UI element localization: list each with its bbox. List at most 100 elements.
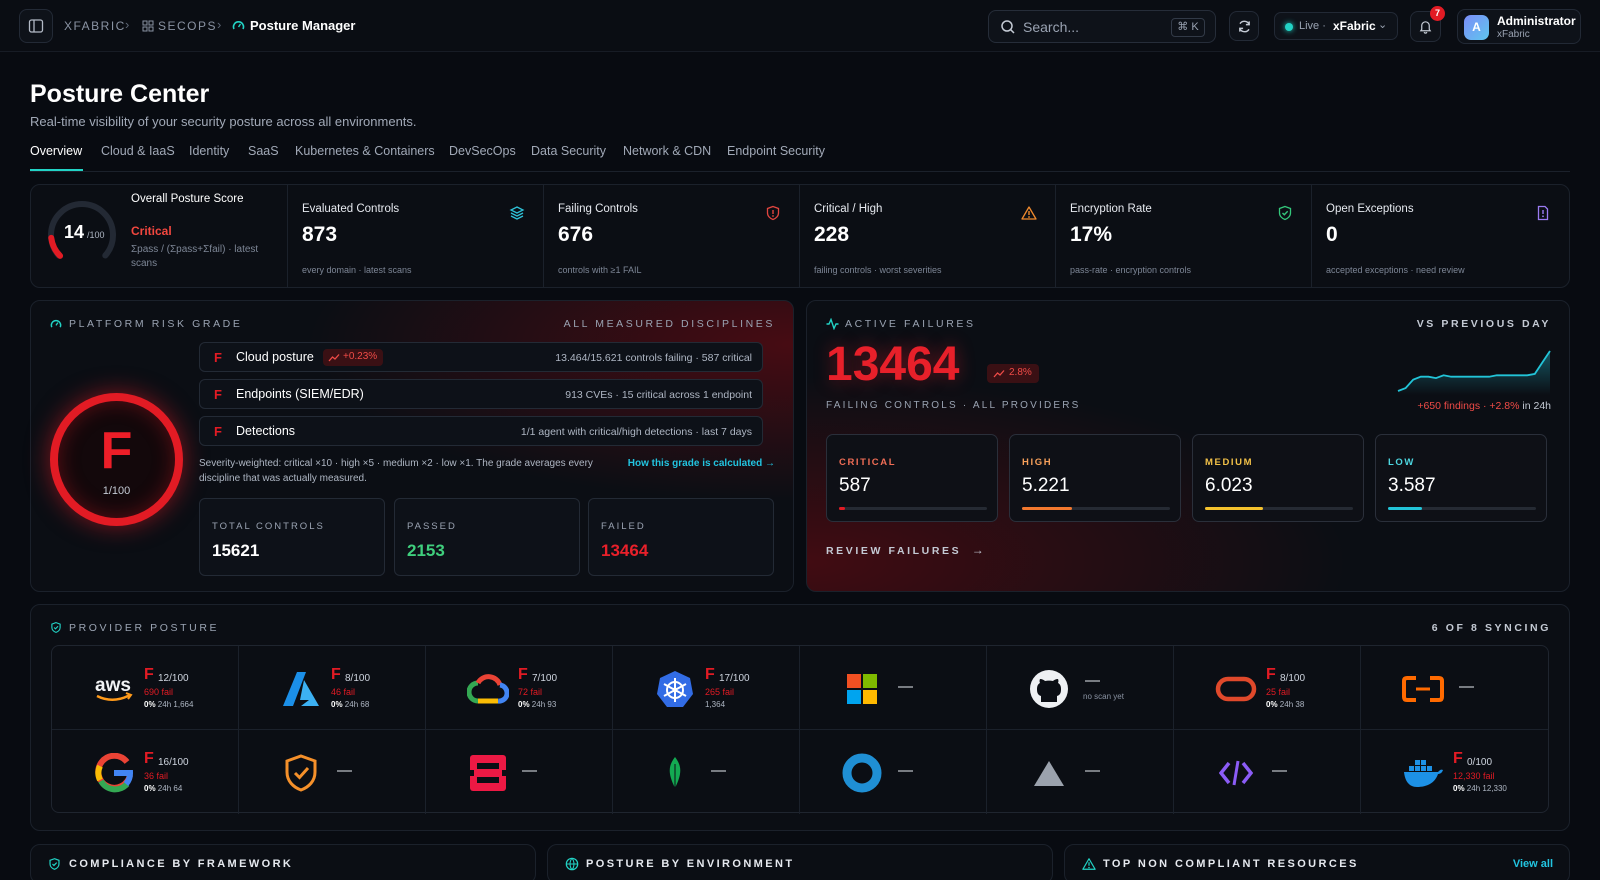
risk-grade-letter: F — [100, 422, 133, 480]
search-input[interactable]: Search... ⌘ K — [988, 10, 1216, 43]
breadcrumb-section[interactable]: SECOPS — [158, 19, 217, 33]
risk-grade-score: 1/100 — [102, 485, 131, 497]
user-menu[interactable]: A Administrator xFabric — [1457, 9, 1581, 44]
discipline-name: Endpoints (SIEM/EDR) — [236, 387, 364, 401]
page-title: Posture Center — [30, 80, 210, 108]
provider-card-ring[interactable]: — — [800, 730, 987, 814]
provider-card-triangle[interactable]: — — [987, 730, 1174, 814]
discipline-detail: 13.464/15.621 controls failing · 587 cri… — [555, 352, 752, 364]
environment-selector[interactable]: Live · xFabric ⌄ — [1274, 12, 1398, 40]
kpi-subtitle: every domain · latest scans — [302, 265, 412, 275]
discipline-name: Detections — [236, 424, 296, 438]
provider-card-microsoft[interactable]: — — [800, 646, 987, 730]
provider-score: 7/100 — [532, 673, 558, 684]
failures-trend-summary: +650 findings · +2.8% in 24h — [1417, 400, 1551, 412]
severity-bar — [1388, 507, 1536, 510]
severity-card-low[interactable]: LOW 3.587 — [1375, 434, 1547, 522]
provider-no-data: — — [337, 762, 352, 779]
tab-saas[interactable]: SaaS — [248, 144, 279, 158]
failures-delta-badge: 2.8% — [987, 364, 1039, 383]
tab-identity[interactable]: Identity — [189, 144, 229, 158]
severity-bar — [1205, 507, 1353, 510]
review-failures-button[interactable]: REVIEW FAILURES → — [826, 541, 984, 557]
provider-card-gcp[interactable]: F 7/100 72 fail 0% 24h 93 — [426, 646, 613, 730]
provider-card-code[interactable]: — — [1174, 730, 1361, 814]
failing-controls-count: 13464 — [826, 338, 960, 391]
provider-card-openstack[interactable]: — — [426, 730, 613, 814]
discipline-delta: +0.23% — [343, 351, 378, 362]
severity-value: 5.221 — [1022, 475, 1070, 496]
tab-overview[interactable]: Overview — [30, 144, 82, 158]
triangle-icon — [1027, 754, 1071, 792]
provider-card-kubernetes[interactable]: F 17/100 265 fail 1,364 — [613, 646, 800, 730]
file-alert-icon — [1537, 205, 1549, 221]
chevron-down-icon: ⌄ — [1378, 19, 1388, 31]
provider-meta: 0% 24h 12,330 — [1453, 784, 1507, 793]
provider-section-label: PROVIDER POSTURE — [69, 622, 220, 634]
kpi-strip: 14 /100 Overall Posture Score Critical Σ… — [30, 184, 1570, 288]
sidebar-icon — [28, 19, 44, 33]
ring-icon — [840, 753, 884, 793]
severity-bar — [839, 507, 987, 510]
provider-card-azure[interactable]: F 8/100 46 fail 0% 24h 68 — [239, 646, 426, 730]
refresh-button[interactable] — [1229, 11, 1259, 41]
stat-value: 2153 — [407, 541, 445, 560]
notification-count-badge: 7 — [1430, 6, 1445, 21]
tab-kubernetes[interactable]: Kubernetes & Containers — [295, 144, 435, 158]
warning-icon — [1082, 858, 1096, 870]
tab-endpoint-security[interactable]: Endpoint Security — [727, 144, 825, 158]
arrow-right-icon: → — [971, 543, 984, 557]
provider-card-shield[interactable]: — — [239, 730, 426, 814]
provider-grade: F — [518, 666, 528, 683]
layers-icon — [509, 206, 525, 220]
tab-network-cdn[interactable]: Network & CDN — [623, 144, 711, 158]
provider-card-google[interactable]: F 16/100 36 fail 0% 24h 64 — [52, 730, 239, 814]
provider-card-mongodb[interactable]: — — [613, 730, 800, 814]
mongodb-icon — [653, 754, 697, 792]
discipline-row-cloud[interactable]: F Cloud posture +0.23% 13.464/15.621 con… — [199, 342, 763, 372]
provider-score: 8/100 — [345, 673, 371, 684]
kpi-title: Evaluated Controls — [302, 203, 400, 215]
provider-card-oracle[interactable]: F 8/100 25 fail 0% 24h 38 — [1174, 646, 1361, 730]
provider-no-data: — — [1459, 678, 1474, 695]
kpi-title: Open Exceptions — [1326, 203, 1414, 215]
score-status: Critical — [131, 224, 172, 238]
provider-fail-count: 12,330 fail — [1453, 771, 1495, 781]
breadcrumb-root[interactable]: XFABRIC — [64, 19, 126, 33]
provider-card-alibaba[interactable]: — — [1361, 646, 1548, 730]
discipline-row-endpoints[interactable]: F Endpoints (SIEM/EDR) 913 CVEs · 15 cri… — [199, 379, 763, 409]
tab-devsecops[interactable]: DevSecOps — [449, 144, 516, 158]
sidebar-toggle-button[interactable] — [19, 9, 53, 43]
page-subtitle: Real-time visibility of your security po… — [30, 114, 417, 129]
kpi-title: Encryption Rate — [1070, 203, 1152, 215]
kpi-subtitle: failing controls · worst severities — [814, 265, 942, 275]
globe-icon — [565, 857, 579, 871]
trend-findings: +650 findings · +2.8% — [1417, 400, 1520, 412]
active-failures-panel: ACTIVE FAILURES VS PREVIOUS DAY 13464 2.… — [806, 300, 1570, 592]
stat-value: 15621 — [212, 541, 260, 560]
severity-card-critical[interactable]: CRITICAL 587 — [826, 434, 998, 522]
discipline-delta-badge: +0.23% — [323, 349, 384, 366]
svg-text:aws: aws — [95, 675, 131, 696]
tab-cloud-iaas[interactable]: Cloud & IaaS — [101, 144, 175, 158]
tab-data-security[interactable]: Data Security — [531, 144, 606, 158]
kpi-value: 676 — [558, 223, 594, 246]
shield-check-icon — [1278, 205, 1292, 221]
search-shortcut: ⌘ K — [1171, 18, 1205, 37]
stat-label: TOTAL CONTROLS — [212, 521, 325, 532]
severity-card-high[interactable]: HIGH 5.221 — [1009, 434, 1181, 522]
discipline-row-detections[interactable]: F Detections 1/1 agent with critical/hig… — [199, 416, 763, 446]
kpi-open-exceptions: Open Exceptions 0 accepted exceptions · … — [1311, 185, 1569, 287]
provider-card-github[interactable]: — no scan yet — [987, 646, 1174, 730]
chevron-right-icon: › — [217, 17, 222, 32]
provider-card-aws[interactable]: aws F 12/100 690 fail 0% 24h 1,664 — [52, 646, 239, 730]
failures-section-label: ACTIVE FAILURES — [845, 318, 976, 330]
provider-meta: 0% 24h 38 — [1266, 700, 1305, 709]
trend-up-icon — [328, 354, 340, 362]
provider-card-docker[interactable]: F 0/100 12,330 fail 0% 24h 12,330 — [1361, 730, 1548, 814]
view-all-link[interactable]: View all — [1513, 858, 1553, 870]
user-org: xFabric — [1497, 29, 1530, 40]
severity-card-medium[interactable]: MEDIUM 6.023 — [1192, 434, 1364, 522]
avatar: A — [1464, 15, 1489, 40]
grade-calculation-link[interactable]: How this grade is calculated → — [628, 458, 775, 469]
